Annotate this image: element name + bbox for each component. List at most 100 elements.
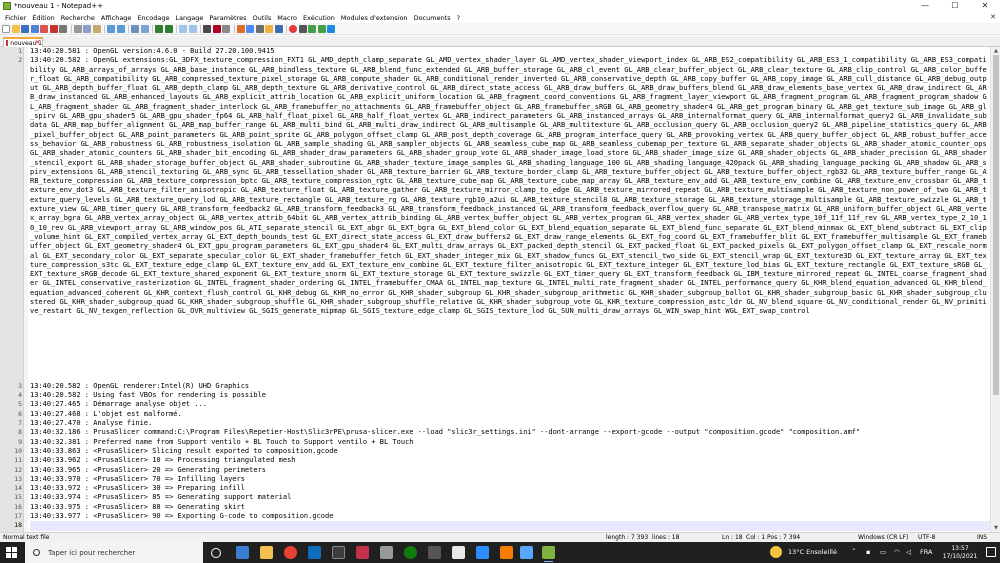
menu-help[interactable]: ? <box>454 14 463 22</box>
chrome-icon[interactable] <box>284 546 297 559</box>
word-icon[interactable] <box>476 546 489 559</box>
toolbar-separator <box>152 24 153 33</box>
folder-icon[interactable] <box>265 24 273 33</box>
printer-app-icon[interactable] <box>500 546 513 559</box>
vertical-scrollbar[interactable]: ▲ ▼ <box>990 47 1000 532</box>
zoom-in-icon[interactable] <box>155 24 163 33</box>
search-placeholder: Taper ici pour rechercher <box>48 548 136 557</box>
line-number: 8 <box>18 428 22 437</box>
save-macro-icon[interactable] <box>327 24 335 33</box>
toolbar-separator <box>233 24 235 33</box>
close-document-icon[interactable]: ✕ <box>990 12 996 23</box>
new-icon[interactable] <box>2 24 10 33</box>
minimize-button[interactable]: — <box>910 0 940 12</box>
menu-execution[interactable]: Exécution <box>300 14 338 22</box>
function-list-icon[interactable] <box>255 24 264 33</box>
close-all-icon[interactable] <box>49 24 58 33</box>
photos-icon[interactable] <box>428 546 441 559</box>
menu-langage[interactable]: Langage <box>172 14 206 22</box>
play-multi-icon[interactable] <box>317 24 326 33</box>
editor[interactable]: 1 2 3 4 5 6 7 8 9 10 11 12 13 14 15 16 1… <box>0 47 1000 532</box>
save-all-icon[interactable] <box>30 24 39 33</box>
scroll-up-icon[interactable]: ▲ <box>991 47 1000 55</box>
notification-icon[interactable] <box>986 547 996 557</box>
status-encoding[interactable]: UTF-8 <box>918 533 936 542</box>
save-icon[interactable] <box>21 24 29 33</box>
paint-icon[interactable] <box>452 546 465 559</box>
text-line: 13:40:20.582 : Using fast VBOs for rende… <box>30 391 267 400</box>
menu-macro[interactable]: Macro <box>274 14 300 22</box>
taskbar-search-box[interactable]: Taper ici pour rechercher <box>25 542 203 563</box>
menu-encodage[interactable]: Encodage <box>134 14 172 22</box>
repetier-icon[interactable] <box>520 546 533 559</box>
weather-text[interactable]: 13°C Ensoleillé <box>788 542 837 563</box>
indent-guide-icon[interactable] <box>222 24 230 33</box>
battery-icon[interactable]: ▭ <box>880 542 886 563</box>
task-view-icon[interactable] <box>211 548 221 558</box>
menu-outils[interactable]: Outils <box>249 14 274 22</box>
windows-start-icon[interactable] <box>6 547 17 558</box>
open-icon[interactable] <box>11 24 20 33</box>
record-icon[interactable] <box>289 24 297 33</box>
menu-documents[interactable]: Documents <box>411 14 454 22</box>
menu-fichier[interactable]: Fichier <box>2 14 29 22</box>
scroll-thumb[interactable] <box>993 55 999 395</box>
cut-icon[interactable] <box>73 24 82 33</box>
file-explorer-icon[interactable] <box>260 546 273 559</box>
notepadpp-app-icon <box>3 2 11 10</box>
text-line: 13:40:27.470 : Analyse finie. <box>30 419 153 427</box>
xbox-icon[interactable] <box>404 546 417 559</box>
outlook-icon[interactable] <box>308 546 321 559</box>
notepadpp-taskbar-icon[interactable] <box>542 546 555 562</box>
print-icon[interactable] <box>59 24 67 33</box>
close-icon[interactable] <box>40 24 48 33</box>
menu-recherche[interactable]: Recherche <box>58 14 98 22</box>
clock[interactable]: 13:57 17/10/2021 <box>940 545 980 561</box>
menu-modules[interactable]: Modules d'extension <box>338 14 411 22</box>
menu-edition[interactable]: Édition <box>29 14 58 22</box>
tray-app-icon[interactable]: ▪ <box>866 542 870 563</box>
menu-affichage[interactable]: Affichage <box>98 14 135 22</box>
settings-gear-icon[interactable] <box>380 546 393 559</box>
sync-v-icon[interactable] <box>179 24 187 33</box>
paste-icon[interactable] <box>92 24 101 33</box>
chevron-up-icon[interactable]: ˄ <box>852 542 856 563</box>
status-eol[interactable]: Windows (CR LF) <box>858 533 908 542</box>
tab-nouveau-1[interactable]: nouveau 1 ✕ <box>3 37 43 47</box>
office-icon[interactable] <box>356 546 369 559</box>
line-number: 16 <box>14 502 22 511</box>
menu-parametres[interactable]: Paramètres <box>206 14 249 22</box>
word-wrap-icon[interactable] <box>203 24 211 33</box>
text-area[interactable]: 13:40:20.581 : OpenGL version:4.6.0 - Bu… <box>30 47 990 532</box>
zoom-out-icon[interactable] <box>164 24 173 33</box>
wifi-icon[interactable]: ◠ <box>894 542 900 563</box>
status-lines: lines : 18 <box>652 534 680 541</box>
undo-icon[interactable] <box>107 24 115 33</box>
tab-close-icon[interactable]: ✕ <box>35 39 40 47</box>
maximize-button[interactable]: ☐ <box>940 0 970 12</box>
edge-icon[interactable] <box>236 546 249 559</box>
volume-icon[interactable]: ◁ <box>906 542 911 563</box>
status-insert-mode[interactable]: INS <box>977 533 987 542</box>
scroll-down-icon[interactable]: ▼ <box>991 524 1000 532</box>
monitor-icon[interactable] <box>274 24 283 33</box>
redo-icon[interactable] <box>116 24 125 33</box>
store-icon[interactable] <box>332 546 345 559</box>
clock-time: 13:57 <box>951 545 969 552</box>
tab-bar: nouveau 1 ✕ <box>0 36 1000 47</box>
show-all-icon[interactable] <box>212 24 221 33</box>
doc-map-icon[interactable] <box>246 24 254 33</box>
line-number: 6 <box>18 409 22 418</box>
sync-h-icon[interactable] <box>188 24 197 33</box>
line-number-gutter: 1 2 3 4 5 6 7 8 9 10 11 12 13 14 15 16 1… <box>0 47 24 532</box>
replace-icon[interactable] <box>140 24 149 33</box>
find-icon[interactable] <box>131 24 139 33</box>
copy-icon[interactable] <box>83 24 91 33</box>
lang-icon[interactable] <box>236 24 245 33</box>
play-icon[interactable] <box>308 24 316 33</box>
unsaved-file-icon <box>6 40 9 46</box>
input-language[interactable]: FRA <box>920 542 932 563</box>
close-window-button[interactable]: ✕ <box>970 0 1000 12</box>
line-number: 15 <box>14 493 22 502</box>
stop-icon[interactable] <box>298 24 307 33</box>
